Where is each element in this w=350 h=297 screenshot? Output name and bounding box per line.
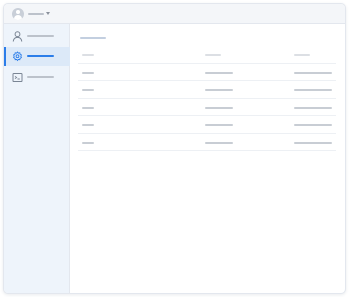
table-row[interactable]: [78, 81, 336, 99]
app-window: [3, 3, 346, 294]
main-content: [70, 24, 345, 293]
chevron-down-icon[interactable]: [46, 12, 50, 15]
table-cell: [82, 71, 94, 74]
user-avatar-icon[interactable]: [12, 8, 24, 20]
sidebar-item-users[interactable]: [4, 27, 70, 46]
table-cell: [294, 89, 332, 91]
table-row[interactable]: [78, 116, 336, 134]
table-row[interactable]: [78, 64, 336, 81]
sidebar-item-settings[interactable]: [4, 47, 70, 66]
gear-icon: [13, 51, 22, 62]
sidebar: [4, 24, 70, 293]
user-icon: [12, 31, 23, 42]
table-cell: [294, 141, 332, 144]
table-cell: [294, 106, 332, 109]
column-header[interactable]: [82, 54, 94, 56]
table-header: [78, 46, 336, 64]
table-cell: [82, 141, 94, 144]
page-title: [80, 37, 106, 39]
sidebar-item-console[interactable]: [4, 68, 70, 87]
table-cell: [82, 106, 94, 109]
table-cell: [205, 106, 233, 109]
table-cell: [205, 71, 233, 74]
column-header[interactable]: [205, 54, 221, 56]
user-name[interactable]: [28, 13, 44, 15]
sidebar-item-label: [27, 55, 54, 57]
table-row[interactable]: [78, 99, 336, 116]
table-cell: [82, 124, 94, 126]
table-cell: [294, 124, 332, 126]
table-row[interactable]: [78, 134, 336, 151]
table-cell: [82, 89, 94, 91]
column-header[interactable]: [294, 54, 310, 56]
sidebar-item-label: [27, 76, 54, 78]
terminal-icon: [12, 73, 23, 82]
sidebar-item-label: [27, 35, 54, 37]
table-cell: [294, 71, 332, 74]
top-bar: [4, 4, 345, 24]
table-cell: [205, 89, 233, 91]
table-cell: [205, 141, 233, 144]
data-table: [78, 46, 336, 151]
table-cell: [205, 124, 233, 126]
